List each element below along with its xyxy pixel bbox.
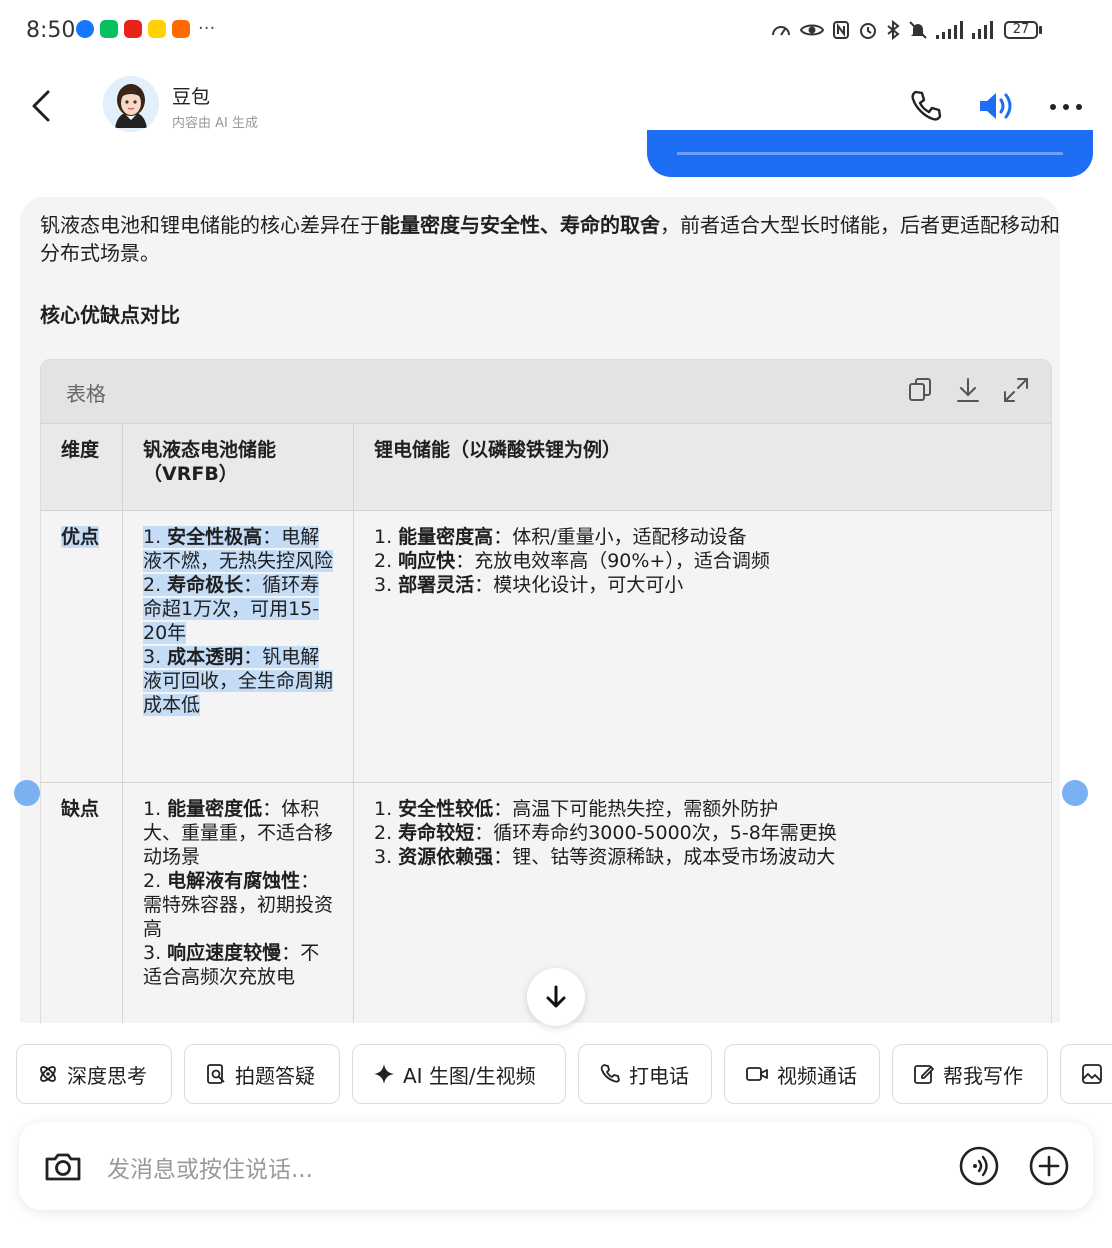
more-actions-chip[interactable]: [1060, 1044, 1112, 1104]
list-item: 1. 能量密度低：体积大、重量重，不适合移动场景: [143, 798, 334, 868]
table-row: 优点 1. 安全性极高：电解液不燃，无热失控风险 2. 寿命极长：循环寿命超1万…: [41, 510, 1051, 782]
battery-tip: [1039, 26, 1042, 34]
message-input-bar: 发消息或按住说话...: [19, 1122, 1093, 1210]
header-cell-lithium: 锂电储能（以磷酸铁锂为例）: [374, 439, 622, 461]
atom-icon: [40, 1066, 56, 1082]
avatar[interactable]: [103, 76, 159, 132]
wechat-icon: [100, 20, 118, 38]
intro-bold-text: 能量密度与安全性、寿命的取舍: [380, 213, 660, 237]
list-item: 3. 响应速度较慢：不适合高频次充放电: [143, 942, 320, 988]
chip-label: 视频通话: [777, 1063, 857, 1088]
list-item: 1. 安全性较低：高温下可能热失控，需额外防护: [374, 798, 779, 820]
ai-image-video-button[interactable]: AI 生图/生视频: [352, 1044, 566, 1104]
more-icon[interactable]: [1046, 86, 1086, 126]
expand-icon[interactable]: [1001, 375, 1031, 405]
comparison-table: 表格 维度 钒液态电池储能（VRFB） 锂电储能（以磷酸铁锂为例） 优点 1. …: [40, 359, 1052, 1023]
app-icon: [76, 20, 94, 38]
intro-text: 钒液态电池和锂电储能的核心差异在于: [40, 213, 380, 237]
avatar-image: [103, 76, 159, 132]
chip-label: 深度思考: [67, 1063, 147, 1088]
list-item: 1. 能量密度高：体积/重量小，适配移动设备: [374, 526, 747, 548]
scroll-to-bottom-button[interactable]: [527, 968, 585, 1026]
battery-icon: 27: [1004, 21, 1038, 39]
list-item: 3. 部署灵活：模块化设计，可大可小: [374, 574, 684, 596]
eye-icon: [800, 24, 824, 36]
voice-input-icon[interactable]: [957, 1144, 1001, 1188]
deep-think-button[interactable]: 深度思考: [16, 1044, 172, 1104]
arrow-down-icon: [546, 985, 566, 1008]
help-write-button[interactable]: 帮我写作: [892, 1044, 1048, 1104]
selection-start-handle[interactable]: [14, 780, 40, 806]
table-toolbar: 表格: [41, 360, 1051, 423]
call-button[interactable]: 打电话: [578, 1044, 712, 1104]
list-item: 2. 电解液有腐蚀性：需特殊容器，初期投资高: [143, 870, 334, 940]
row-label: 优点: [61, 526, 100, 548]
speed-icon: [772, 26, 790, 36]
nfc-icon: [833, 21, 849, 39]
reply-intro: 钒液态电池和锂电储能的核心差异在于能量密度与安全性、寿命的取舍，前者适合大型长时…: [40, 211, 1060, 267]
message-input[interactable]: 发消息或按住说话...: [107, 1150, 313, 1184]
chip-label: 帮我写作: [943, 1063, 1023, 1088]
download-icon[interactable]: [953, 375, 983, 405]
chip-label: 拍题答疑: [235, 1063, 315, 1088]
list-item: 3. 资源依赖强：锂、钴等资源稀缺，成本受市场波动大: [374, 846, 836, 868]
app-icon: [124, 20, 142, 38]
section-title: 核心优缺点对比: [40, 303, 180, 327]
signal-icon: [936, 21, 964, 39]
photo-question-button[interactable]: 拍题答疑: [184, 1044, 340, 1104]
back-icon[interactable]: [24, 84, 64, 128]
row-label: 缺点: [41, 783, 123, 1023]
meituan-icon: [148, 20, 166, 38]
vrfb-cell: 1. 安全性极高：电解液不燃，无热失控风险 2. 寿命极长：循环寿命超1万次，可…: [123, 511, 354, 782]
header-cell-dimension: 维度: [41, 424, 123, 510]
edit-icon: [914, 1065, 934, 1084]
camera-icon[interactable]: [41, 1144, 85, 1188]
list-item: 2. 寿命极长：循环寿命超1万次，可用15-20年: [143, 574, 320, 644]
phone-icon[interactable]: [906, 86, 946, 126]
sparkle-icon: [374, 1064, 394, 1084]
system-icons: [770, 20, 994, 40]
table-header-row: 维度 钒液态电池储能（VRFB） 锂电储能（以磷酸铁锂为例）: [41, 423, 1051, 510]
list-item: 2. 寿命较短：循环寿命约3000-5000次，5-8年需更换: [374, 822, 837, 844]
video-camera-icon: [746, 1067, 768, 1081]
lithium-cell: 1. 能量密度高：体积/重量小，适配移动设备 2. 响应快：充放电效率高（90%…: [354, 511, 1051, 782]
contact-name: 豆包: [172, 86, 211, 108]
image-edit-icon: [1082, 1064, 1102, 1084]
list-item: 1. 安全性极高：电解液不燃，无热失控风险: [143, 526, 334, 572]
app-icon: [172, 20, 190, 38]
row-label-cell: 优点: [41, 511, 123, 782]
chip-label: 打电话: [629, 1063, 689, 1088]
table-label: 表格: [66, 382, 106, 406]
alarm-icon: [860, 23, 876, 39]
mute-icon: [909, 21, 927, 39]
sent-message-bubble[interactable]: [647, 130, 1093, 177]
scan-doc-icon: [207, 1064, 225, 1084]
notification-icons: ···: [76, 20, 215, 38]
video-call-button[interactable]: 视频通话: [724, 1044, 880, 1104]
ai-generated-note: 内容由 AI 生成: [172, 116, 258, 131]
speaker-icon[interactable]: [976, 86, 1016, 126]
status-bar: 8:50 ··· 27: [0, 0, 1112, 62]
more-notifications-icon: ···: [198, 18, 216, 39]
signal-icon: [972, 21, 994, 39]
list-item: 3. 成本透明：钒电解液可回收，全生命周期成本低: [143, 646, 334, 716]
ai-reply-card: 钒液态电池和锂电储能的核心差异在于能量密度与安全性、寿命的取舍，前者适合大型长时…: [20, 197, 1060, 1023]
bluetooth-icon: [887, 20, 900, 40]
phone-icon: [600, 1064, 620, 1083]
list-item: 2. 响应快：充放电效率高（90%+），适合调频: [374, 550, 770, 572]
status-time: 8:50: [26, 18, 76, 43]
header-cell-vrfb: 钒液态电池储能（VRFB）: [123, 424, 354, 510]
chip-label: AI 生图/生视频: [403, 1063, 536, 1088]
selection-end-handle[interactable]: [1062, 780, 1088, 806]
vrfb-cell: 1. 能量密度低：体积大、重量重，不适合移动场景 2. 电解液有腐蚀性：需特殊容…: [123, 783, 354, 1023]
plus-icon[interactable]: [1027, 1144, 1071, 1188]
quick-actions-bar: 深度思考 拍题答疑 AI 生图/生视频 打电话 视频通话 帮我写作: [16, 1044, 1112, 1104]
lithium-cell: 1. 安全性较低：高温下可能热失控，需额外防护 2. 寿命较短：循环寿命约300…: [354, 783, 1051, 1023]
copy-icon[interactable]: [906, 375, 936, 405]
